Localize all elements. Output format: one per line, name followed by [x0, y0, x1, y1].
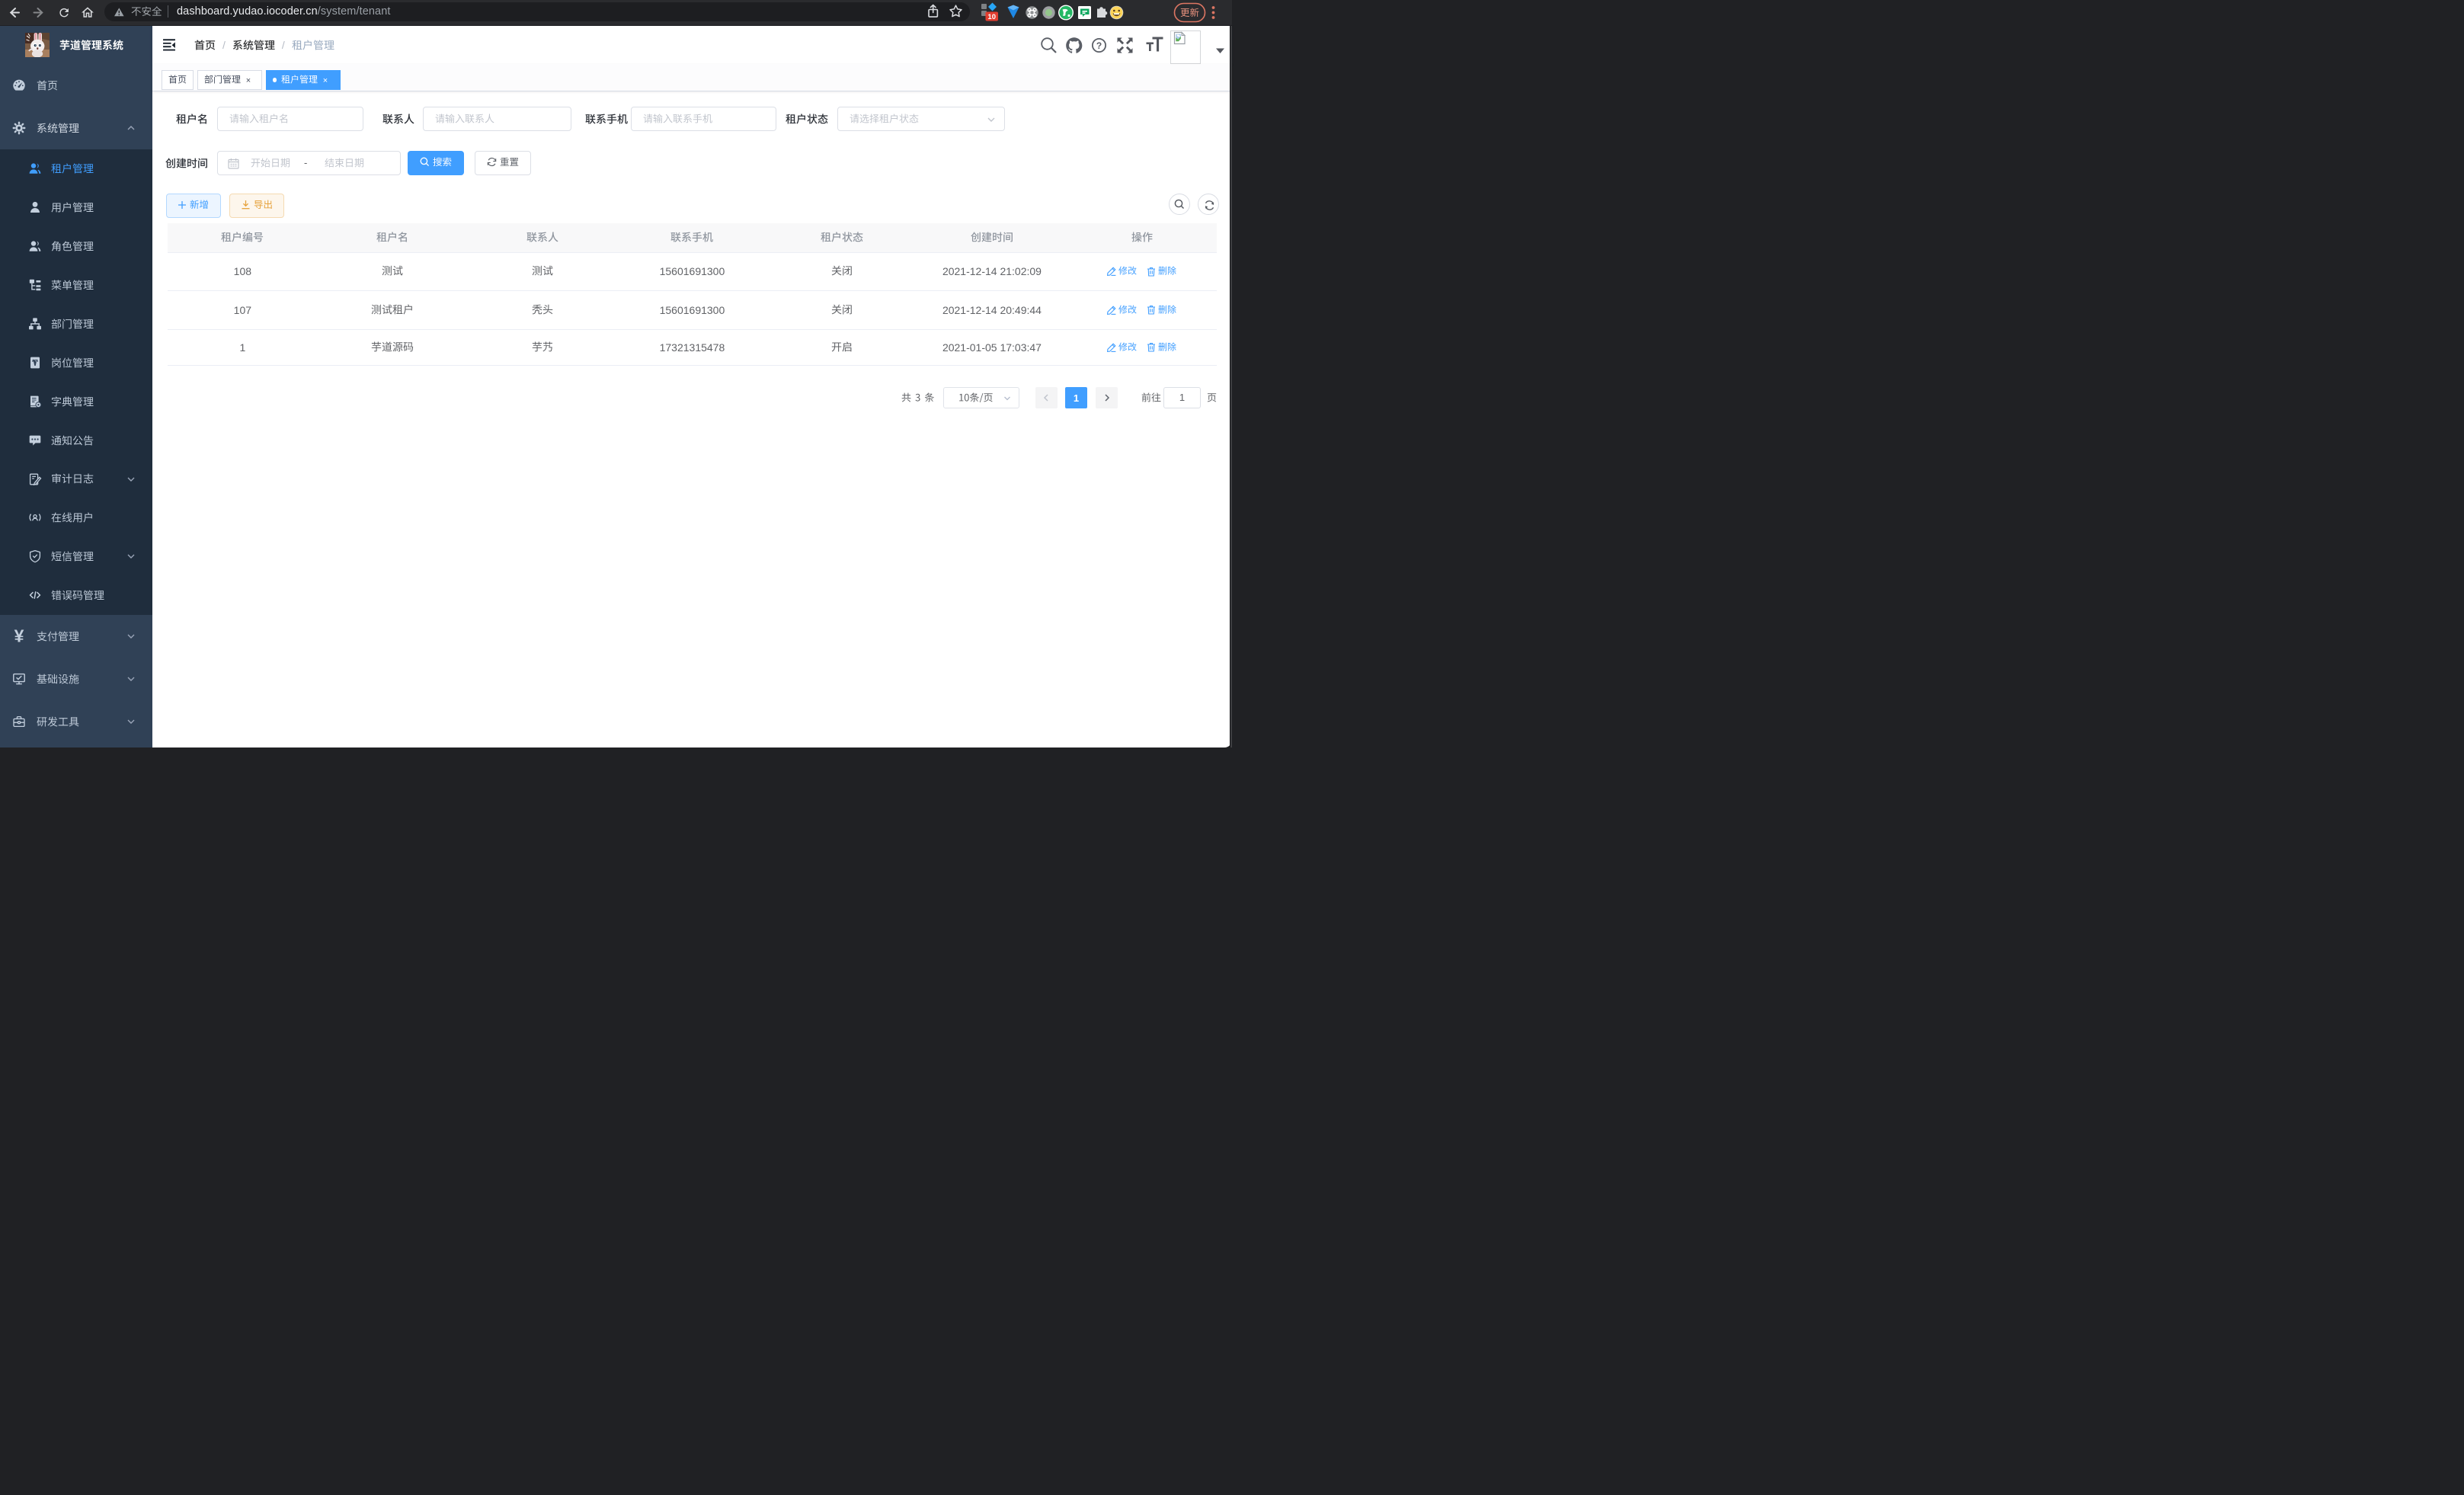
svg-text:10: 10: [987, 13, 996, 21]
svg-text:?: ?: [1096, 40, 1102, 51]
svg-text:¥: ¥: [14, 629, 24, 643]
